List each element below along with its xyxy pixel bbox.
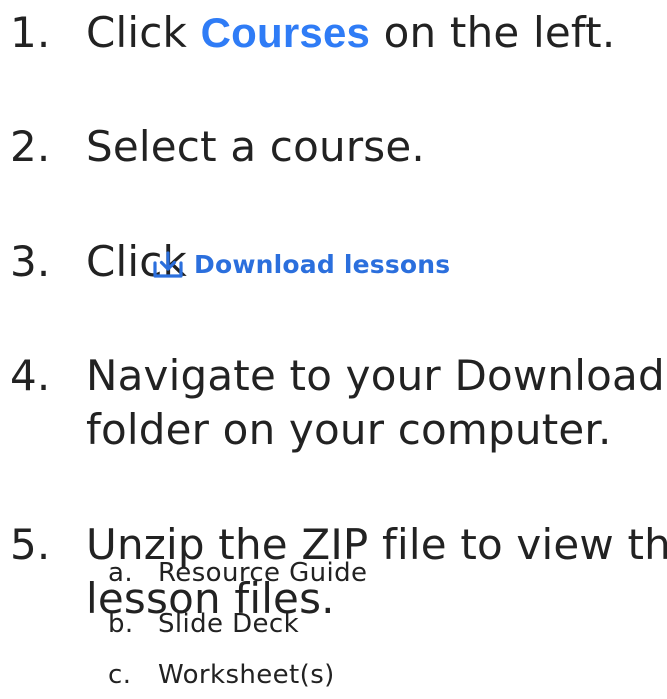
sub-item-text: Worksheet(s) [158, 660, 335, 690]
step-number: 1. [10, 8, 51, 57]
sub-item-letter: c. [108, 660, 132, 690]
step-number: 5. [10, 520, 51, 569]
step-text-post: on the left. [370, 8, 616, 57]
sub-item-letter: a. [108, 558, 133, 588]
step-3: 3. Click Download lessons [0, 235, 667, 295]
sub-item-text: Resource Guide [158, 558, 368, 588]
download-lessons-button[interactable]: Download lessons [152, 245, 450, 285]
step-text: Click Courses on the left. [86, 6, 615, 60]
download-icon [152, 250, 184, 280]
sub-item-letter: b. [108, 609, 134, 639]
download-lessons-label: Download lessons [194, 250, 451, 279]
step-text-pre: Click [86, 8, 201, 57]
courses-link[interactable]: Courses [201, 9, 370, 56]
step-number: 2. [10, 122, 51, 171]
step-number: 3. [10, 237, 51, 286]
sub-item-text: Slide Deck [158, 609, 300, 639]
step-text: Select a course. [86, 122, 425, 171]
step-text: Navigate to your Downloads folder on you… [86, 349, 667, 457]
step-text-line: Navigate to your Downloads [86, 351, 667, 400]
step-number: 4. [10, 351, 51, 400]
step-text-line: folder on your computer. [86, 405, 612, 454]
